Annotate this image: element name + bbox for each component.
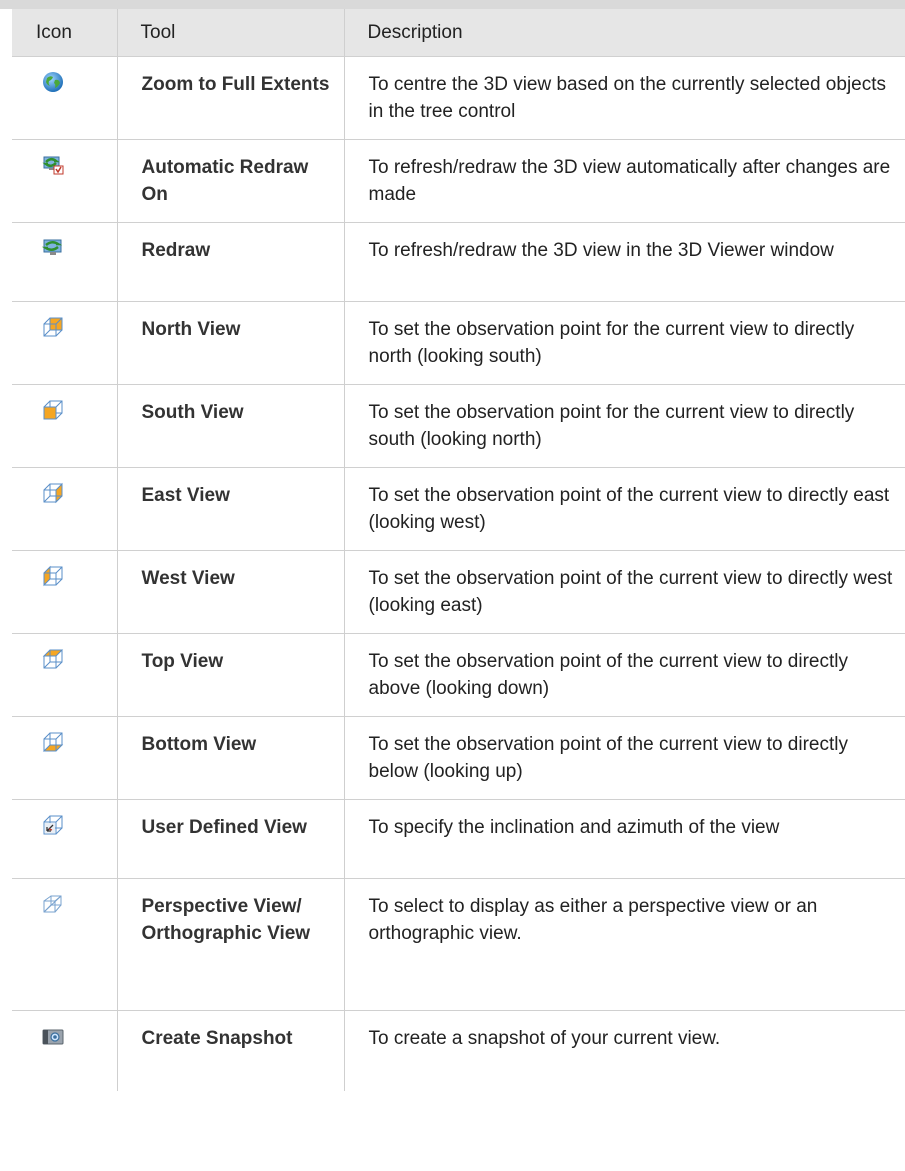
tool-description: To set the observation point of the curr… [343,550,905,634]
table-row: Bottom View To set the observation point… [12,716,905,800]
icon-cell [12,467,117,551]
tool-name: East View [116,467,344,551]
south-view-icon [42,399,117,421]
user-defined-view-icon [42,814,117,836]
east-view-icon [42,482,117,504]
auto-redraw-icon [42,154,117,176]
tool-description: To set the observation point for the cur… [343,301,905,385]
table-row: West View To set the observation point o… [12,550,905,634]
icon-cell [12,384,117,468]
icon-cell [12,878,117,1011]
header-icon: Icon [12,9,117,57]
table-row: Top View To set the observation point of… [12,633,905,717]
tool-description: To set the observation point of the curr… [343,716,905,800]
tool-name: User Defined View [116,799,344,879]
icon-cell [12,222,117,302]
tool-name: Redraw [116,222,344,302]
tool-description: To set the observation point for the cur… [343,384,905,468]
globe-icon [42,71,117,93]
tool-name: Create Snapshot [116,1010,344,1091]
tool-name: Perspective View/ Orthographic View [116,878,344,1011]
header-tool: Tool [116,9,344,57]
tool-name: Automatic Redraw On [116,139,344,223]
tools-table-page: Icon Tool Description Zoom to Full Exten… [0,0,905,1171]
tool-description: To set the observation point of the curr… [343,633,905,717]
redraw-icon [42,237,117,259]
perspective-view-icon [42,893,117,915]
tool-description: To centre the 3D view based on the curre… [343,56,905,140]
table-row: Automatic Redraw On To refresh/redraw th… [12,139,905,223]
table-row: Zoom to Full Extents To centre the 3D vi… [12,56,905,140]
north-view-icon [42,316,117,338]
icon-cell [12,799,117,879]
tool-name: West View [116,550,344,634]
camera-icon [42,1025,117,1047]
table-header-row: Icon Tool Description [12,9,905,57]
table-row: Perspective View/ Orthographic View To s… [12,878,905,1011]
icon-cell [12,1010,117,1091]
icon-cell [12,56,117,140]
header-description: Description [343,9,905,57]
icon-cell [12,716,117,800]
tool-name: North View [116,301,344,385]
tool-name: South View [116,384,344,468]
tools-table: Icon Tool Description Zoom to Full Exten… [12,9,905,1091]
table-row: Create Snapshot To create a snapshot of … [12,1010,905,1091]
tool-name: Bottom View [116,716,344,800]
table-row: User Defined View To specify the inclina… [12,799,905,879]
tool-description: To refresh/redraw the 3D view automatica… [343,139,905,223]
top-border [0,0,905,9]
tool-name: Zoom to Full Extents [116,56,344,140]
tool-name: Top View [116,633,344,717]
icon-cell [12,633,117,717]
tool-description: To refresh/redraw the 3D view in the 3D … [343,222,905,302]
tool-description: To set the observation point of the curr… [343,467,905,551]
west-view-icon [42,565,117,587]
bottom-view-icon [42,731,117,753]
table-row: Redraw To refresh/redraw the 3D view in … [12,222,905,302]
icon-cell [12,301,117,385]
icon-cell [12,139,117,223]
tool-description: To specify the inclination and azimuth o… [343,799,905,879]
tool-description: To create a snapshot of your current vie… [343,1010,905,1091]
icon-cell [12,550,117,634]
table-row: North View To set the observation point … [12,301,905,385]
table-row: South View To set the observation point … [12,384,905,468]
table-row: East View To set the observation point o… [12,467,905,551]
tool-description: To select to display as either a perspec… [343,878,905,1011]
top-view-icon [42,648,117,670]
